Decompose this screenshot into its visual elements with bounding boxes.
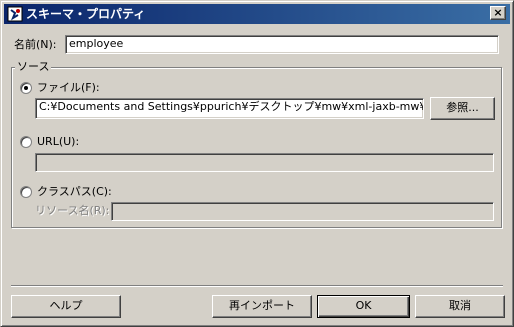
url-input[interactable] bbox=[35, 153, 494, 172]
footer-separator bbox=[11, 285, 503, 287]
window-title: スキーマ・プロパティ bbox=[26, 7, 146, 21]
help-button[interactable]: ヘルプ bbox=[11, 295, 121, 318]
title-bar[interactable]: スキーマ・プロパティ × bbox=[4, 4, 510, 24]
close-icon: × bbox=[493, 6, 503, 19]
resource-name-input[interactable] bbox=[111, 202, 494, 221]
source-group-title: ソース bbox=[15, 60, 52, 74]
name-input[interactable]: employee bbox=[65, 35, 499, 54]
cancel-button[interactable]: 取消 bbox=[415, 295, 505, 318]
ok-button[interactable]: OK bbox=[317, 295, 410, 318]
browse-button[interactable]: 参照... bbox=[430, 97, 495, 120]
url-label[interactable]: URL(U): bbox=[37, 135, 79, 149]
file-radio[interactable] bbox=[20, 82, 32, 94]
file-path-input[interactable]: C:¥Documents and Settings¥ppurich¥デスクトップ… bbox=[35, 98, 424, 119]
name-label: 名前(N): bbox=[14, 38, 57, 51]
file-label[interactable]: ファイル(F): bbox=[37, 81, 100, 95]
url-radio[interactable] bbox=[20, 136, 32, 148]
classpath-label[interactable]: クラスパス(C): bbox=[37, 185, 112, 199]
classpath-radio[interactable] bbox=[20, 186, 32, 198]
app-icon bbox=[7, 6, 23, 22]
close-button[interactable]: × bbox=[490, 6, 506, 20]
resource-name-label: リソース名(R): bbox=[35, 204, 110, 217]
reimport-button[interactable]: 再インポート bbox=[212, 295, 312, 318]
schema-properties-dialog: スキーマ・プロパティ × 名前(N): employee ソース ファイル(F)… bbox=[0, 0, 514, 327]
